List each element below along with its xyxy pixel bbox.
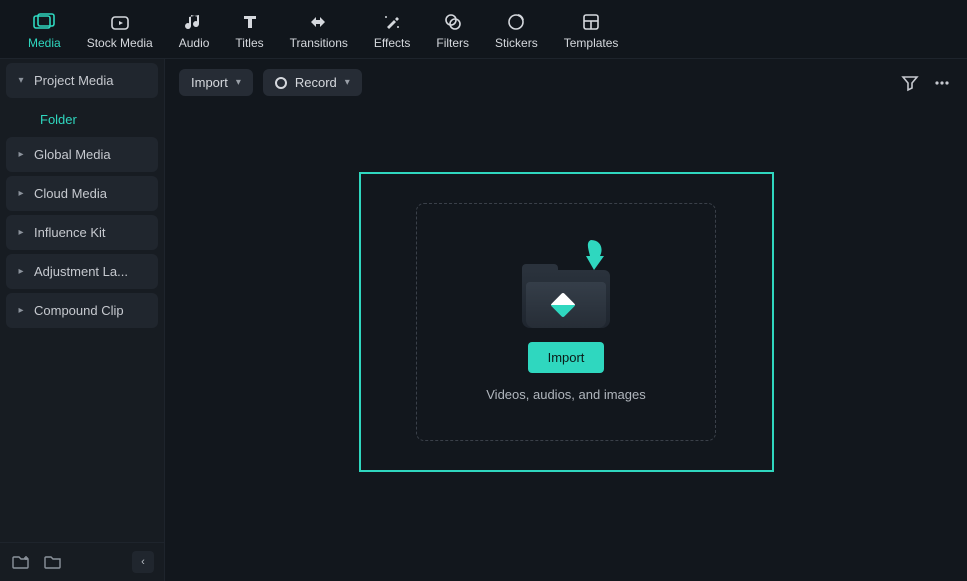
tab-effects[interactable]: Effects: [364, 8, 420, 54]
chevron-right-icon: ▸: [16, 305, 26, 316]
chevron-right-icon: ▸: [16, 188, 26, 199]
transitions-icon: [308, 12, 330, 32]
titles-icon: [239, 12, 261, 32]
tab-stickers[interactable]: Stickers: [485, 8, 548, 54]
sidebar-item-label: Adjustment La...: [34, 264, 128, 279]
record-dropdown[interactable]: Record ▾: [263, 69, 362, 96]
tab-label: Templates: [564, 36, 619, 50]
import-folder-illustration: [516, 242, 616, 328]
tab-audio[interactable]: Audio: [169, 8, 220, 54]
tab-label: Transitions: [290, 36, 348, 50]
drop-zone-hint: Videos, audios, and images: [486, 387, 645, 402]
more-options-button[interactable]: [931, 72, 953, 94]
tab-stock-media[interactable]: Stock Media: [77, 8, 163, 54]
effects-icon: [381, 12, 403, 32]
top-toolbar: Media Stock Media Audio Titles Transitio…: [0, 0, 967, 59]
chevron-left-icon: ‹: [141, 556, 145, 568]
sidebar: ▾ Project Media Folder ▸ Global Media ▸ …: [0, 59, 165, 581]
sidebar-subitem-folder[interactable]: Folder: [6, 102, 158, 137]
content-toolbar: Import ▾ Record ▾: [165, 59, 967, 106]
sidebar-item-project-media[interactable]: ▾ Project Media: [6, 63, 158, 98]
sidebar-item-global-media[interactable]: ▸ Global Media: [6, 137, 158, 172]
tab-label: Effects: [374, 36, 410, 50]
filters-icon: [442, 12, 464, 32]
sidebar-item-label: Cloud Media: [34, 186, 107, 201]
import-dropdown[interactable]: Import ▾: [179, 69, 253, 96]
import-button[interactable]: Import: [528, 342, 605, 373]
record-icon: [275, 77, 287, 89]
tab-label: Media: [28, 36, 61, 50]
sidebar-item-cloud-media[interactable]: ▸ Cloud Media: [6, 176, 158, 211]
templates-icon: [580, 12, 602, 32]
tab-label: Stock Media: [87, 36, 153, 50]
chevron-down-icon: ▾: [16, 75, 26, 86]
tab-transitions[interactable]: Transitions: [280, 8, 358, 54]
audio-icon: [183, 12, 205, 32]
sidebar-item-label: Compound Clip: [34, 303, 124, 318]
tab-label: Titles: [235, 36, 263, 50]
tab-templates[interactable]: Templates: [554, 8, 629, 54]
collapse-sidebar-button[interactable]: ‹: [132, 551, 154, 573]
stickers-icon: [505, 12, 527, 32]
filter-sort-button[interactable]: [899, 72, 921, 94]
new-folder-button[interactable]: [10, 551, 32, 573]
tab-label: Filters: [436, 36, 469, 50]
tab-titles[interactable]: Titles: [225, 8, 273, 54]
sidebar-item-label: Project Media: [34, 73, 113, 88]
tab-filters[interactable]: Filters: [426, 8, 479, 54]
tab-label: Stickers: [495, 36, 538, 50]
sidebar-item-influence-kit[interactable]: ▸ Influence Kit: [6, 215, 158, 250]
cloud-media-icon: [109, 12, 131, 32]
drop-zone[interactable]: Import Videos, audios, and images: [359, 172, 774, 472]
sidebar-item-compound-clip[interactable]: ▸ Compound Clip: [6, 293, 158, 328]
folder-icon-button[interactable]: [42, 551, 64, 573]
sidebar-subitem-label: Folder: [40, 112, 77, 127]
drop-zone-inner: Import Videos, audios, and images: [416, 203, 716, 441]
download-arrow-icon: [574, 238, 608, 274]
tab-label: Audio: [179, 36, 210, 50]
chevron-down-icon: ▾: [236, 77, 241, 88]
sidebar-item-label: Influence Kit: [34, 225, 106, 240]
chevron-right-icon: ▸: [16, 149, 26, 160]
import-dropdown-label: Import: [191, 75, 228, 90]
content-panel: Import ▾ Record ▾: [165, 59, 967, 581]
media-icon: [33, 12, 55, 32]
record-dropdown-label: Record: [295, 75, 337, 90]
chevron-right-icon: ▸: [16, 266, 26, 277]
import-button-label: Import: [548, 350, 585, 365]
chevron-down-icon: ▾: [345, 77, 350, 88]
sidebar-item-adjustment-layer[interactable]: ▸ Adjustment La...: [6, 254, 158, 289]
sidebar-item-label: Global Media: [34, 147, 111, 162]
chevron-right-icon: ▸: [16, 227, 26, 238]
tab-media[interactable]: Media: [18, 8, 71, 54]
